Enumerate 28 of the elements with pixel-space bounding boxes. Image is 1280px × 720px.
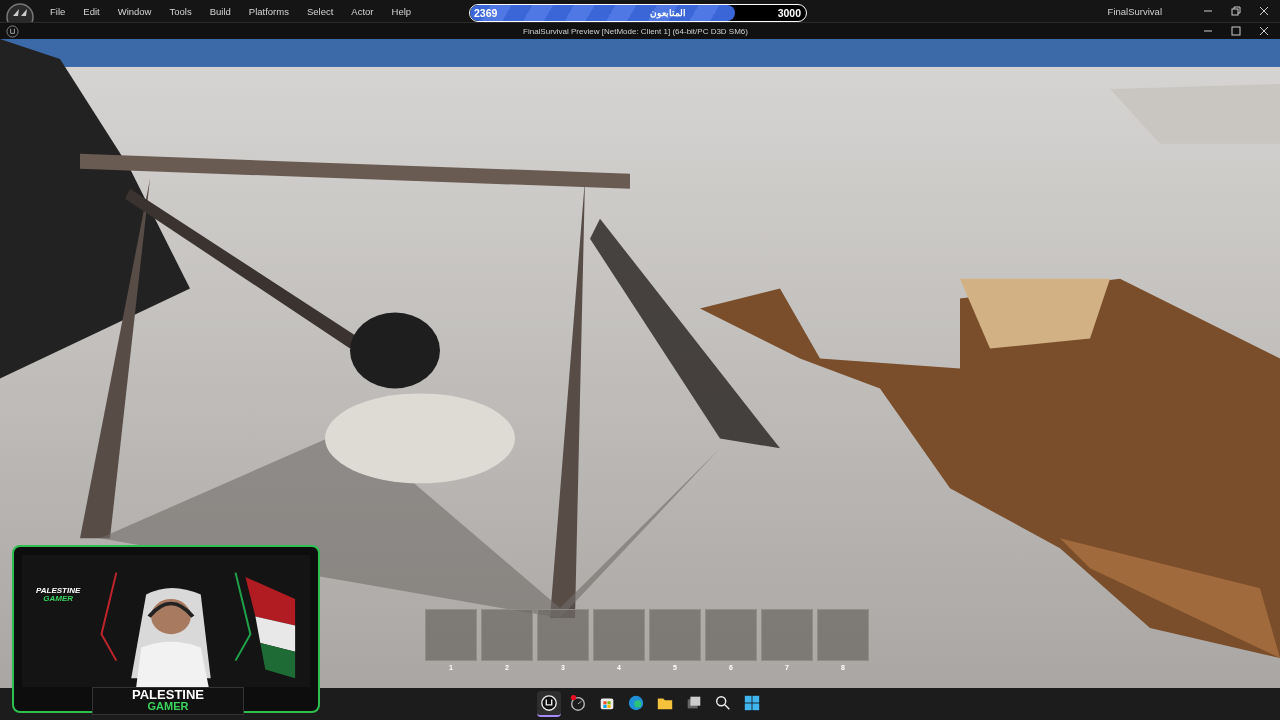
menu-item[interactable]: Edit [74,5,109,17]
search-icon [713,694,732,712]
taskbar-button[interactable] [536,691,561,717]
menu-item[interactable]: Tools [160,5,201,17]
viewport-title: FinalSurvival Preview [NetMode: Client 1] (64-bit/PC D3D SM6) [522,26,749,36]
close-icon[interactable] [1258,5,1270,17]
engine-logo-icon[interactable] [6,24,19,38]
banner-title: PALESTINE [132,688,204,701]
followers-label: المتابعون [648,8,686,18]
engine-logo-icon[interactable] [5,0,35,22]
menu-item[interactable]: Help [382,5,421,17]
browser-icon [626,694,645,712]
close-icon[interactable] [1258,25,1270,37]
start-icon [742,694,761,712]
app-title: FinalSurvival [1107,5,1162,17]
engine-logo-icon [539,694,558,712]
menu-item[interactable]: Platforms [239,5,298,17]
menu-item[interactable]: Build [200,5,240,17]
followers-goal: 3000 [777,7,801,19]
dial-icon [568,694,587,712]
maximize-icon[interactable] [1230,25,1242,37]
banner-subtitle: GAMER [147,701,189,712]
followers-count: 2369 [474,7,498,19]
menu-item[interactable]: File [41,5,75,17]
restore-icon[interactable] [1230,5,1242,17]
menu-item[interactable]: Window [108,5,161,17]
menu-item[interactable]: Actor [342,5,383,17]
menu-item[interactable]: Select [297,5,343,17]
